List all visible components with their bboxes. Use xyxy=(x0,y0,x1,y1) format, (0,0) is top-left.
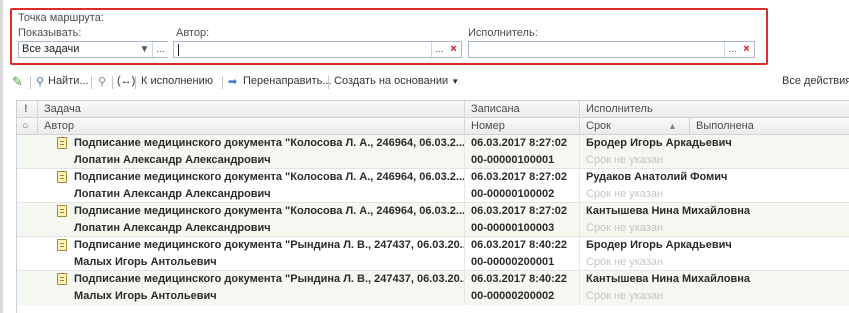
author-cell: Лопатин Александр Александрович xyxy=(68,186,465,203)
deadline-cell: Срок не указан xyxy=(586,256,664,268)
toolbar-separator xyxy=(328,76,329,89)
table-row[interactable]: Подписание медицинского документа "Рынди… xyxy=(17,237,849,254)
chevron-down-icon: ▼ xyxy=(451,77,460,86)
filter-panel: Точка маршрута: Показывать: Автор: Испол… xyxy=(10,8,768,65)
show-select[interactable]: Все задачи ▼ ... xyxy=(18,41,168,58)
link-icon[interactable]: (↔) xyxy=(117,75,135,87)
executor-cell: Бродер Игорь Аркадьевич xyxy=(586,137,732,149)
column-header-deadline-label: Срок xyxy=(586,120,611,132)
column-header-author[interactable]: Автор xyxy=(38,118,465,135)
table-row[interactable]: Подписание медицинского документа "Колос… xyxy=(17,169,849,186)
select-dots-button[interactable]: ... xyxy=(152,42,168,57)
document-icon xyxy=(57,273,67,285)
document-icon xyxy=(57,171,67,183)
author-select-button[interactable]: ... xyxy=(431,42,447,57)
create-based-on-label: Создать на основании xyxy=(334,75,449,87)
author-cell: Малых Игорь Антольевич xyxy=(68,288,465,305)
registered-cell: 06.03.2017 8:27:02 xyxy=(465,135,580,152)
author-cell: Малых Игорь Антольевич xyxy=(68,254,465,271)
executor-clear-icon[interactable]: × xyxy=(739,42,754,57)
number-cell: 00-00000100002 xyxy=(465,186,580,203)
show-select-value: Все задачи xyxy=(22,43,80,55)
search-icon[interactable]: ⚲ xyxy=(36,75,44,88)
toolbar-separator xyxy=(112,76,113,89)
toolbar-separator xyxy=(135,76,136,89)
sort-ascending-icon: ▲ xyxy=(668,121,677,131)
toolbar-separator xyxy=(30,76,31,89)
table-row[interactable]: Подписание медицинского документа "Колос… xyxy=(17,203,849,220)
number-cell: 00-00000100001 xyxy=(465,152,580,169)
cancel-search-icon[interactable]: ⚲ xyxy=(98,75,106,88)
number-cell: 00-00000200002 xyxy=(465,288,580,305)
tasks-table: ! Задача Записана Исполнитель ○ Автор Но… xyxy=(16,100,849,313)
find-button[interactable]: Найти... xyxy=(48,75,89,87)
route-point-label: Точка маршрута: xyxy=(18,12,104,24)
redirect-button[interactable]: Перенаправить... xyxy=(243,75,332,87)
document-icon xyxy=(57,137,67,149)
text-caret xyxy=(178,44,179,56)
task-cell: Подписание медицинского документа "Рынди… xyxy=(68,237,465,254)
redirect-arrow-icon[interactable]: ➡ xyxy=(228,75,237,88)
registered-cell: 06.03.2017 8:27:02 xyxy=(465,169,580,186)
executor-cell: Рудаков Анатолий Фомич xyxy=(586,171,728,183)
table-row[interactable]: Малых Игорь Антольевич 00-00000200002 Ср… xyxy=(17,288,849,305)
registered-cell: 06.03.2017 8:40:22 xyxy=(465,237,580,254)
window-left-border xyxy=(0,0,3,313)
task-cell: Подписание медицинского документа "Колос… xyxy=(68,169,465,186)
column-header-task[interactable]: Задача xyxy=(38,101,465,118)
author-cell: Лопатин Александр Александрович xyxy=(68,220,465,237)
executor-cell: Кантышева Нина Михайловна xyxy=(586,273,751,285)
author-clear-icon[interactable]: × xyxy=(446,42,461,57)
deadline-cell: Срок не указан xyxy=(586,290,664,302)
column-header-number[interactable]: Номер xyxy=(465,118,580,135)
number-cell: 00-00000100003 xyxy=(465,220,580,237)
toolbar-separator xyxy=(222,76,223,89)
task-cell: Подписание медицинского документа "Рынди… xyxy=(68,271,465,288)
column-header-deadline[interactable]: Срок ▲ xyxy=(580,118,690,135)
table-row[interactable]: Малых Игорь Антольевич 00-00000200001 Ср… xyxy=(17,254,849,271)
deadline-cell: Срок не указан xyxy=(586,154,664,166)
author-cell: Лопатин Александр Александрович xyxy=(68,152,465,169)
registered-cell: 06.03.2017 8:27:02 xyxy=(465,203,580,220)
table-row[interactable]: Лопатин Александр Александрович 00-00000… xyxy=(17,186,849,203)
executor-label: Исполнитель: xyxy=(468,27,538,39)
executor-select-button[interactable]: ... xyxy=(724,42,740,57)
task-cell: Подписание медицинского документа "Колос… xyxy=(68,135,465,152)
table-header-bottom: ○ Автор Номер Срок ▲ Выполнена xyxy=(17,118,849,135)
task-cell: Подписание медицинского документа "Колос… xyxy=(68,203,465,220)
document-icon xyxy=(57,205,67,217)
status-circle-icon[interactable]: ○ xyxy=(17,118,38,135)
importance-icon[interactable]: ! xyxy=(17,101,38,118)
deadline-cell: Срок не указан xyxy=(586,222,664,234)
executor-cell: Бродер Игорь Аркадьевич xyxy=(586,239,732,251)
toolbar-separator xyxy=(91,76,92,89)
column-header-executor[interactable]: Исполнитель xyxy=(580,101,849,118)
author-field[interactable]: ... × xyxy=(173,41,462,58)
deadline-cell: Срок не указан xyxy=(586,188,664,200)
edit-pencil-icon[interactable]: ✎ xyxy=(12,74,23,90)
registered-cell: 06.03.2017 8:40:22 xyxy=(465,271,580,288)
table-header-top: ! Задача Записана Исполнитель xyxy=(17,101,849,118)
all-actions-label: Все действия xyxy=(782,75,849,87)
author-label: Автор: xyxy=(176,27,210,39)
number-cell: 00-00000200001 xyxy=(465,254,580,271)
table-row[interactable]: Лопатин Александр Александрович 00-00000… xyxy=(17,220,849,237)
table-row[interactable]: Лопатин Александр Александрович 00-00000… xyxy=(17,152,849,169)
toolbar: ✎ ⚲ Найти... ⚲ (↔) К исполнению ➡ Перена… xyxy=(10,73,849,93)
executor-cell: Кантышева Нина Михайловна xyxy=(586,205,751,217)
column-header-done[interactable]: Выполнена xyxy=(690,118,849,135)
table-row[interactable]: Подписание медицинского документа "Колос… xyxy=(17,135,849,152)
document-icon xyxy=(57,239,67,251)
dropdown-arrow-icon[interactable]: ▼ xyxy=(137,42,152,57)
show-label: Показывать: xyxy=(18,27,82,39)
create-based-on-button[interactable]: Создать на основании ▼ xyxy=(334,75,459,87)
executor-field[interactable]: ... × xyxy=(468,41,755,58)
table-row[interactable]: Подписание медицинского документа "Рынди… xyxy=(17,271,849,288)
all-actions-button[interactable]: Все действия ▼ xyxy=(782,75,849,87)
to-execution-button[interactable]: К исполнению xyxy=(141,75,213,87)
column-header-registered[interactable]: Записана xyxy=(465,101,580,118)
